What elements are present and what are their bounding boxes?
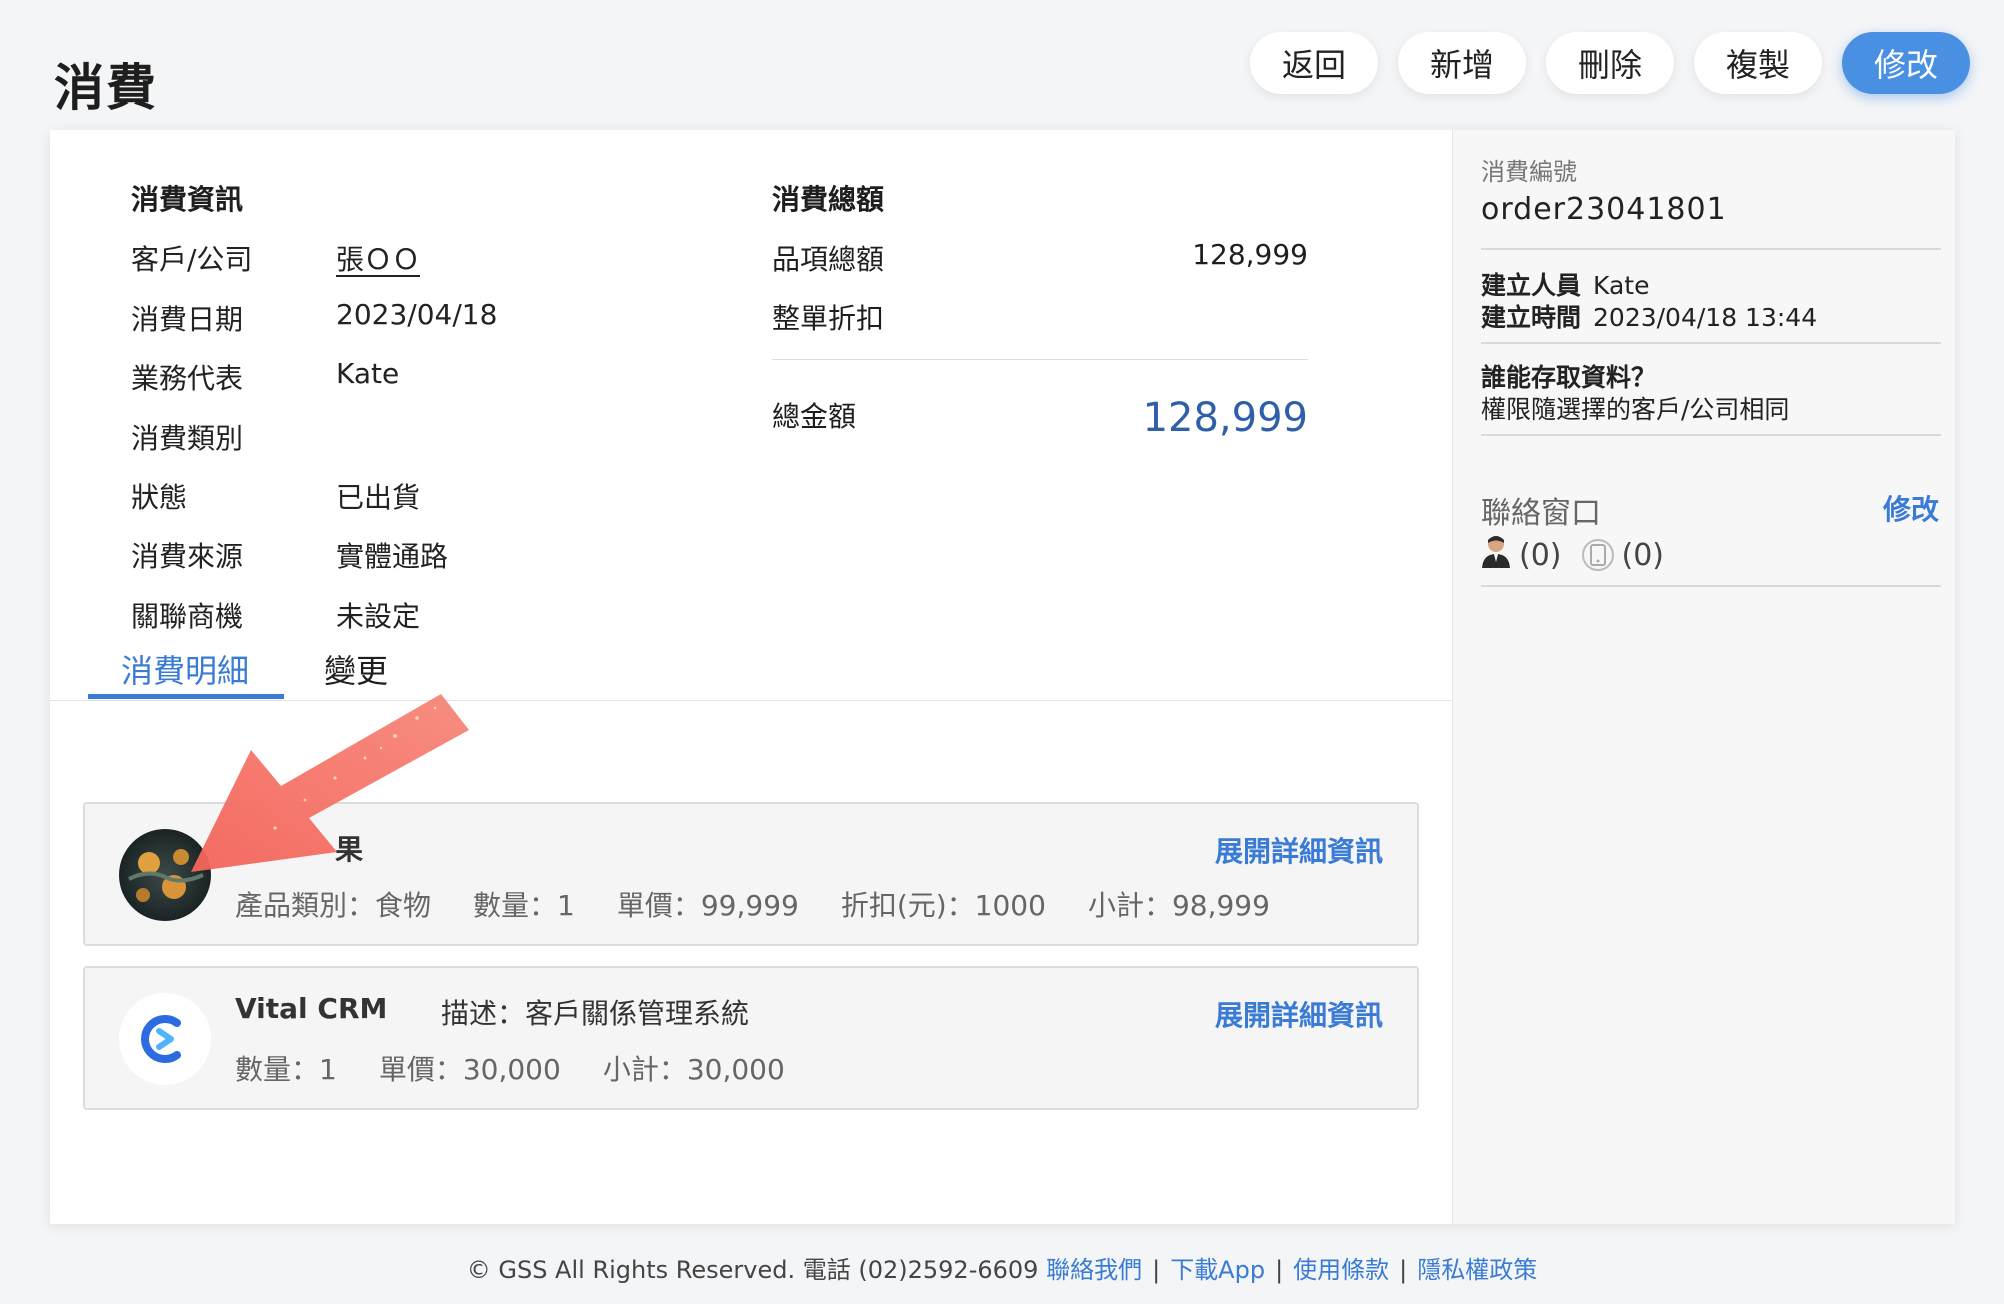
items-total-value: 128,999 (1192, 238, 1308, 271)
vital-crm-logo (119, 993, 211, 1085)
contact-counts: (0) (0) (1481, 534, 1664, 576)
footer-link-download[interactable]: 下載App (1170, 1256, 1265, 1284)
info-label-opportunity: 關聯商機 (131, 600, 244, 633)
info-label-status: 狀態 (131, 481, 188, 514)
annotation-arrow (191, 694, 469, 872)
add-button[interactable]: 新增 (1398, 32, 1526, 94)
items-total-label: 品項總額 (772, 243, 885, 276)
footer-copyright: © GSS All Rights Reserved. 電話 (02)2592-6… (466, 1256, 1039, 1284)
order-card: 消費資訊 客戶/公司 張ＯＯ 消費日期 2023/04/18 業務代表 Kate… (50, 130, 1955, 1224)
toolbar: 返回 新增 刪除 複製 修改 (1250, 32, 1970, 94)
discount-label: 整單折扣 (772, 302, 885, 335)
tab-consumption-detail[interactable]: 消費明細 (121, 646, 249, 692)
sidebar-divider (1481, 434, 1941, 436)
person-icon (1481, 534, 1511, 576)
summary-divider (772, 359, 1308, 360)
footer-link-terms[interactable]: 使用條款 (1293, 1256, 1389, 1284)
info-label-category: 消費類別 (131, 422, 244, 455)
contact-phone-count[interactable]: (0) (1622, 538, 1665, 573)
customer-link[interactable]: 張ＯＯ (336, 238, 420, 278)
footer-separator: | (1275, 1256, 1284, 1284)
item-subtotal: 小計：30,000 (602, 1053, 785, 1086)
contact-edit-link[interactable]: 修改 (1883, 488, 1939, 528)
sidebar-divider (1481, 342, 1941, 344)
expand-details-link[interactable]: 展開詳細資訊 (1215, 830, 1383, 870)
sidebar-divider (1481, 248, 1941, 250)
item-quantity: 數量：1 (473, 889, 575, 922)
grand-total-label: 總金額 (772, 400, 857, 433)
sidebar-divider (1481, 585, 1941, 587)
item-subtotal: 小計：98,999 (1087, 889, 1270, 922)
edit-button[interactable]: 修改 (1842, 32, 1970, 94)
copy-button[interactable]: 複製 (1694, 32, 1822, 94)
summary-section-title: 消費總額 (772, 183, 885, 216)
footer-separator: | (1152, 1256, 1161, 1284)
created-at-label: 建立時間 (1481, 303, 1582, 332)
tab-change-log[interactable]: 變更 (324, 646, 388, 692)
back-button[interactable]: 返回 (1250, 32, 1378, 94)
created-at-value: 2023/04/18 13:44 (1593, 303, 1818, 332)
list-item: Vital CRM 描述：客戶關係管理系統 數量：1 單價：30,000 小計：… (83, 966, 1419, 1110)
page-title: 消費 (54, 59, 158, 117)
order-no-value: order23041801 (1481, 192, 1727, 227)
created-at-row: 建立時間 2023/04/18 13:44 (1481, 298, 1817, 334)
info-value-opportunity: 未設定 (336, 600, 421, 633)
info-label-sales-rep: 業務代表 (131, 362, 244, 395)
phone-icon (1581, 539, 1614, 571)
order-no-label: 消費編號 (1481, 158, 1577, 186)
access-label: 誰能存取資料？ (1481, 363, 1657, 392)
info-label-date: 消費日期 (131, 303, 244, 336)
info-value-source: 實體通路 (336, 540, 449, 573)
info-label-source: 消費來源 (131, 540, 244, 573)
info-value-sales-rep: Kate (336, 357, 400, 390)
footer: © GSS All Rights Reserved. 電話 (02)2592-6… (0, 1250, 2004, 1285)
item-name: Vital CRM (235, 992, 388, 1025)
item-description: 描述：客戶關係管理系統 (441, 997, 750, 1030)
item-meta: 數量：1 單價：30,000 小計：30,000 (235, 1048, 785, 1088)
created-by-value: Kate (1593, 271, 1650, 300)
footer-link-contact[interactable]: 聯絡我們 (1046, 1256, 1142, 1284)
order-sidebar: 消費編號 order23041801 建立人員 Kate 建立時間 2023/04/… (1452, 130, 1955, 1224)
item-unit-price: 單價：30,000 (378, 1053, 561, 1086)
contact-title: 聯絡窗口 (1481, 496, 1601, 531)
created-by-row: 建立人員 Kate (1481, 266, 1649, 302)
info-value-status: 已出貨 (336, 481, 421, 514)
info-value-date: 2023/04/18 (336, 298, 498, 331)
footer-link-privacy[interactable]: 隱私權政策 (1417, 1256, 1537, 1284)
item-quantity: 數量：1 (235, 1053, 337, 1086)
item-unit-price: 單價：99,999 (616, 889, 799, 922)
order-main-panel: 消費資訊 客戶/公司 張ＯＯ 消費日期 2023/04/18 業務代表 Kate… (50, 130, 1452, 1224)
delete-button[interactable]: 刪除 (1546, 32, 1674, 94)
created-by-label: 建立人員 (1481, 271, 1582, 300)
access-value: 權限隨選擇的客戶/公司相同 (1481, 395, 1790, 424)
access-row: 誰能存取資料？ (1481, 358, 1668, 394)
contact-person-count[interactable]: (0) (1519, 538, 1562, 573)
expand-details-link[interactable]: 展開詳細資訊 (1215, 994, 1383, 1034)
item-discount: 折扣(元)：1000 (840, 889, 1046, 922)
item-meta: 產品類別：食物 數量：1 單價：99,999 折扣(元)：1000 小計：98,… (235, 884, 1270, 924)
info-label-customer: 客戶/公司 (131, 243, 253, 276)
item-category: 產品類別：食物 (235, 889, 432, 922)
footer-separator: | (1399, 1256, 1408, 1284)
info-section-title: 消費資訊 (131, 183, 244, 216)
grand-total-value: 128,999 (1142, 395, 1308, 441)
